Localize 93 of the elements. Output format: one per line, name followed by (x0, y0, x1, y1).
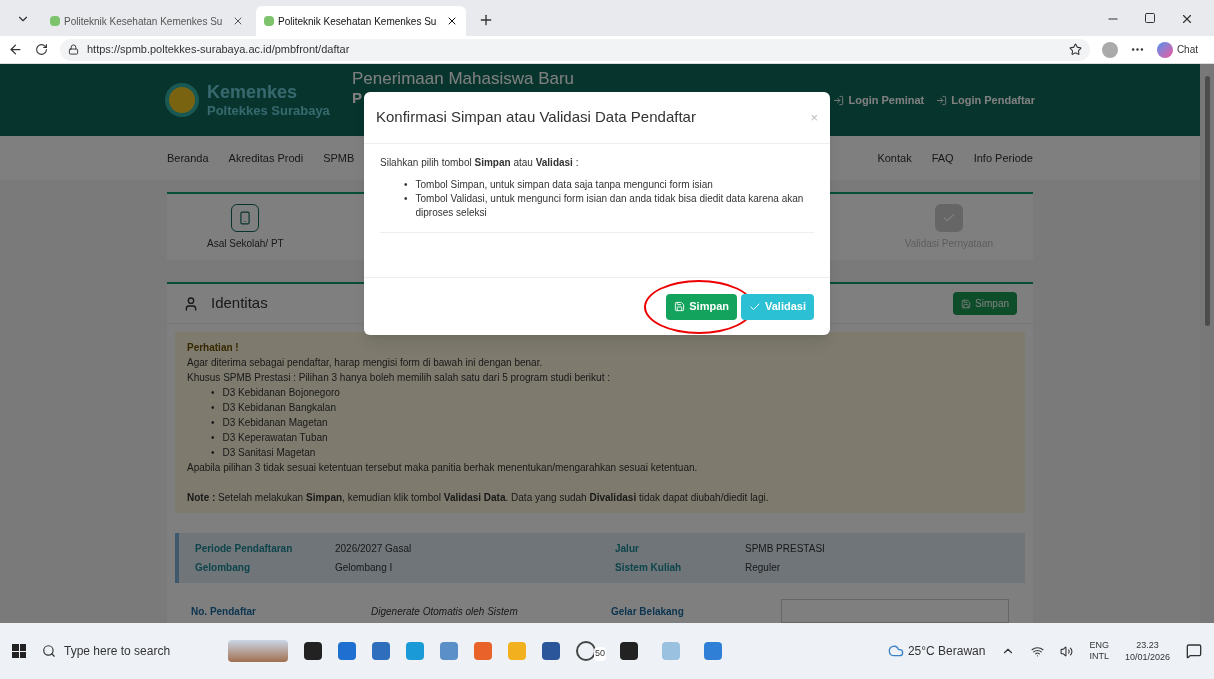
cloud-icon (887, 643, 904, 659)
notification-badge: 50 (594, 647, 606, 661)
browser-tab[interactable]: Politeknik Kesehatan Kemenkes Su (256, 6, 466, 36)
nav-link[interactable]: Info Periode (973, 149, 1033, 167)
step-label: Asal Sekolah/ PT (207, 236, 284, 251)
tab-title: Politeknik Kesehatan Kemenkes Su (278, 14, 438, 29)
logo-icon (165, 83, 199, 118)
app-icon[interactable] (620, 642, 638, 660)
reload-icon[interactable] (35, 43, 48, 56)
nav-link[interactable]: Beranda (167, 149, 209, 167)
close-icon[interactable] (232, 15, 244, 27)
nav-link[interactable]: Akreditas Prodi (228, 149, 304, 167)
dialog-bullet: Tombol Simpan, untuk simpan data saja tanpa mengunci form isian (415, 178, 713, 192)
copilot-icon (1156, 41, 1173, 58)
program-item: D3 Kebidanan Bangkalan (222, 401, 336, 415)
close-icon[interactable] (446, 15, 458, 27)
bullet-mark: • (404, 178, 408, 192)
step-icon (934, 203, 963, 232)
dialog-intro: Silahkan pilih tombol Simpan atau Validasi : (380, 156, 580, 170)
star-icon[interactable] (1068, 43, 1082, 56)
site-subtitle: P (352, 89, 363, 108)
app-icon[interactable] (542, 642, 560, 660)
bullet-mark: • (211, 416, 215, 430)
info-value: Gelombang I (335, 561, 394, 575)
lock-icon (68, 44, 79, 55)
bullet-mark: • (404, 192, 408, 206)
info-label: Gelombang (195, 561, 251, 575)
field-value: Digenerate Otomatis oleh Sistem (371, 604, 519, 619)
info-value: 2026/2027 Gasal (335, 542, 413, 556)
wizard-step[interactable]: Asal Sekolah/ PT (207, 203, 284, 251)
input-field[interactable] (781, 599, 1009, 623)
url-text: https://spmb.poltekkes-surabaya.ac.id/pmbfront/daftar (87, 42, 350, 58)
brand-subtitle: Poltekkes Surabaya (207, 103, 330, 120)
field-label: Gelar Belakang (611, 604, 685, 619)
maximize-icon[interactable] (1144, 12, 1156, 26)
volume-icon[interactable] (1060, 644, 1074, 658)
new-tab-icon[interactable] (478, 12, 494, 28)
bullet-mark: • (211, 446, 215, 460)
language-text[interactable]: ENG (1089, 640, 1109, 651)
alert-text: Apabila pilihan 3 tidak sesuai ketentuan tersebut maka panitia berhak menentukan/mengarahkan sesuai ketentuan. (187, 461, 699, 475)
alert-heading: Perhatian ! (187, 341, 240, 355)
clock-date[interactable]: 10/01/2026 (1124, 651, 1170, 663)
info-value: Reguler (745, 561, 782, 575)
language-text[interactable]: INTL (1089, 651, 1109, 662)
login-icon (833, 94, 845, 106)
tab-title: Politeknik Kesehatan Kemenkes Su (64, 14, 224, 29)
clock-time[interactable]: 23.23 (1136, 639, 1159, 651)
alert-text: Agar diterima sebagai pendaftar, harap mengisi form di bawah ini dengan benar. (187, 356, 544, 370)
save-button[interactable]: Simpan (953, 292, 1017, 315)
dialog-bullet: Tombol Validasi, untuk mengunci form isian dan anda tidak bisa diedit data karena akan diproses seleksi (415, 192, 805, 220)
dialog-title: Konfirmasi Simpan atau Validasi Data Pendaftar (376, 107, 696, 128)
info-label: Jalur (615, 542, 640, 556)
site-title: Penerimaan Mahasiswa Baru (352, 68, 575, 90)
info-label: Periode Pendaftaran (195, 542, 294, 556)
user-icon (183, 295, 199, 312)
bullet-mark: • (211, 386, 215, 400)
program-item: D3 Kebidanan Bojonegoro (222, 386, 340, 400)
login-link[interactable]: Login Pendaftar (936, 91, 1035, 109)
login-icon (936, 94, 948, 106)
weather-text: 25°C Berawan (907, 643, 986, 660)
taskbar-search[interactable]: Type here to search (42, 642, 212, 660)
program-item: D3 Sanitasi Magetan (222, 446, 316, 460)
app-icon[interactable] (304, 642, 322, 660)
wifi-icon[interactable] (1031, 644, 1045, 658)
save-icon (961, 298, 972, 309)
close-icon[interactable] (1180, 12, 1194, 26)
site-logo-icon (50, 16, 60, 26)
save-button[interactable]: Simpan (666, 293, 737, 320)
step-icon (231, 203, 260, 232)
nav-link[interactable]: Kontak (877, 149, 912, 167)
field-label: No. Pendaftar (191, 604, 257, 619)
nav-link[interactable]: FAQ (931, 149, 954, 167)
notification-icon[interactable] (1186, 643, 1202, 659)
program-item: D3 Keperawatan Tuban (222, 431, 328, 445)
copilot-button[interactable]: Chat (1156, 41, 1206, 58)
address-bar[interactable]: https://spmb.poltekkes-surabaya.ac.id/pmbfront/daftar (60, 38, 1090, 61)
login-link[interactable]: Login Peminat (833, 91, 925, 109)
save-icon (674, 301, 686, 312)
card-title: Identitas (211, 293, 268, 314)
search-icon (42, 644, 56, 658)
start-icon[interactable] (12, 644, 26, 658)
nav-link[interactable]: SPMB (323, 149, 355, 167)
bullet-mark: • (211, 401, 215, 415)
brand-name: Kemenkes (207, 80, 299, 104)
bullet-mark: • (211, 431, 215, 445)
alert-text: Khusus SPMB Prestasi : Pilihan 3 hanya boleh memilih salah satu dari 5 program studi berikut : (187, 371, 611, 385)
alert-note: Note : Setelah melakukan Simpan, kemudian klik tombol Validasi Data. Data yang sudah Divalidasi tidak dapat diubah/diedit lagi. (187, 491, 770, 505)
info-label: Sistem Kuliah (615, 561, 683, 575)
landscape-icon (228, 640, 288, 662)
program-item: D3 Kebidanan Magetan (222, 416, 328, 430)
site-logo-icon (264, 16, 274, 26)
back-icon[interactable] (8, 42, 23, 57)
info-value: SPMB PRESTASI (745, 542, 826, 556)
